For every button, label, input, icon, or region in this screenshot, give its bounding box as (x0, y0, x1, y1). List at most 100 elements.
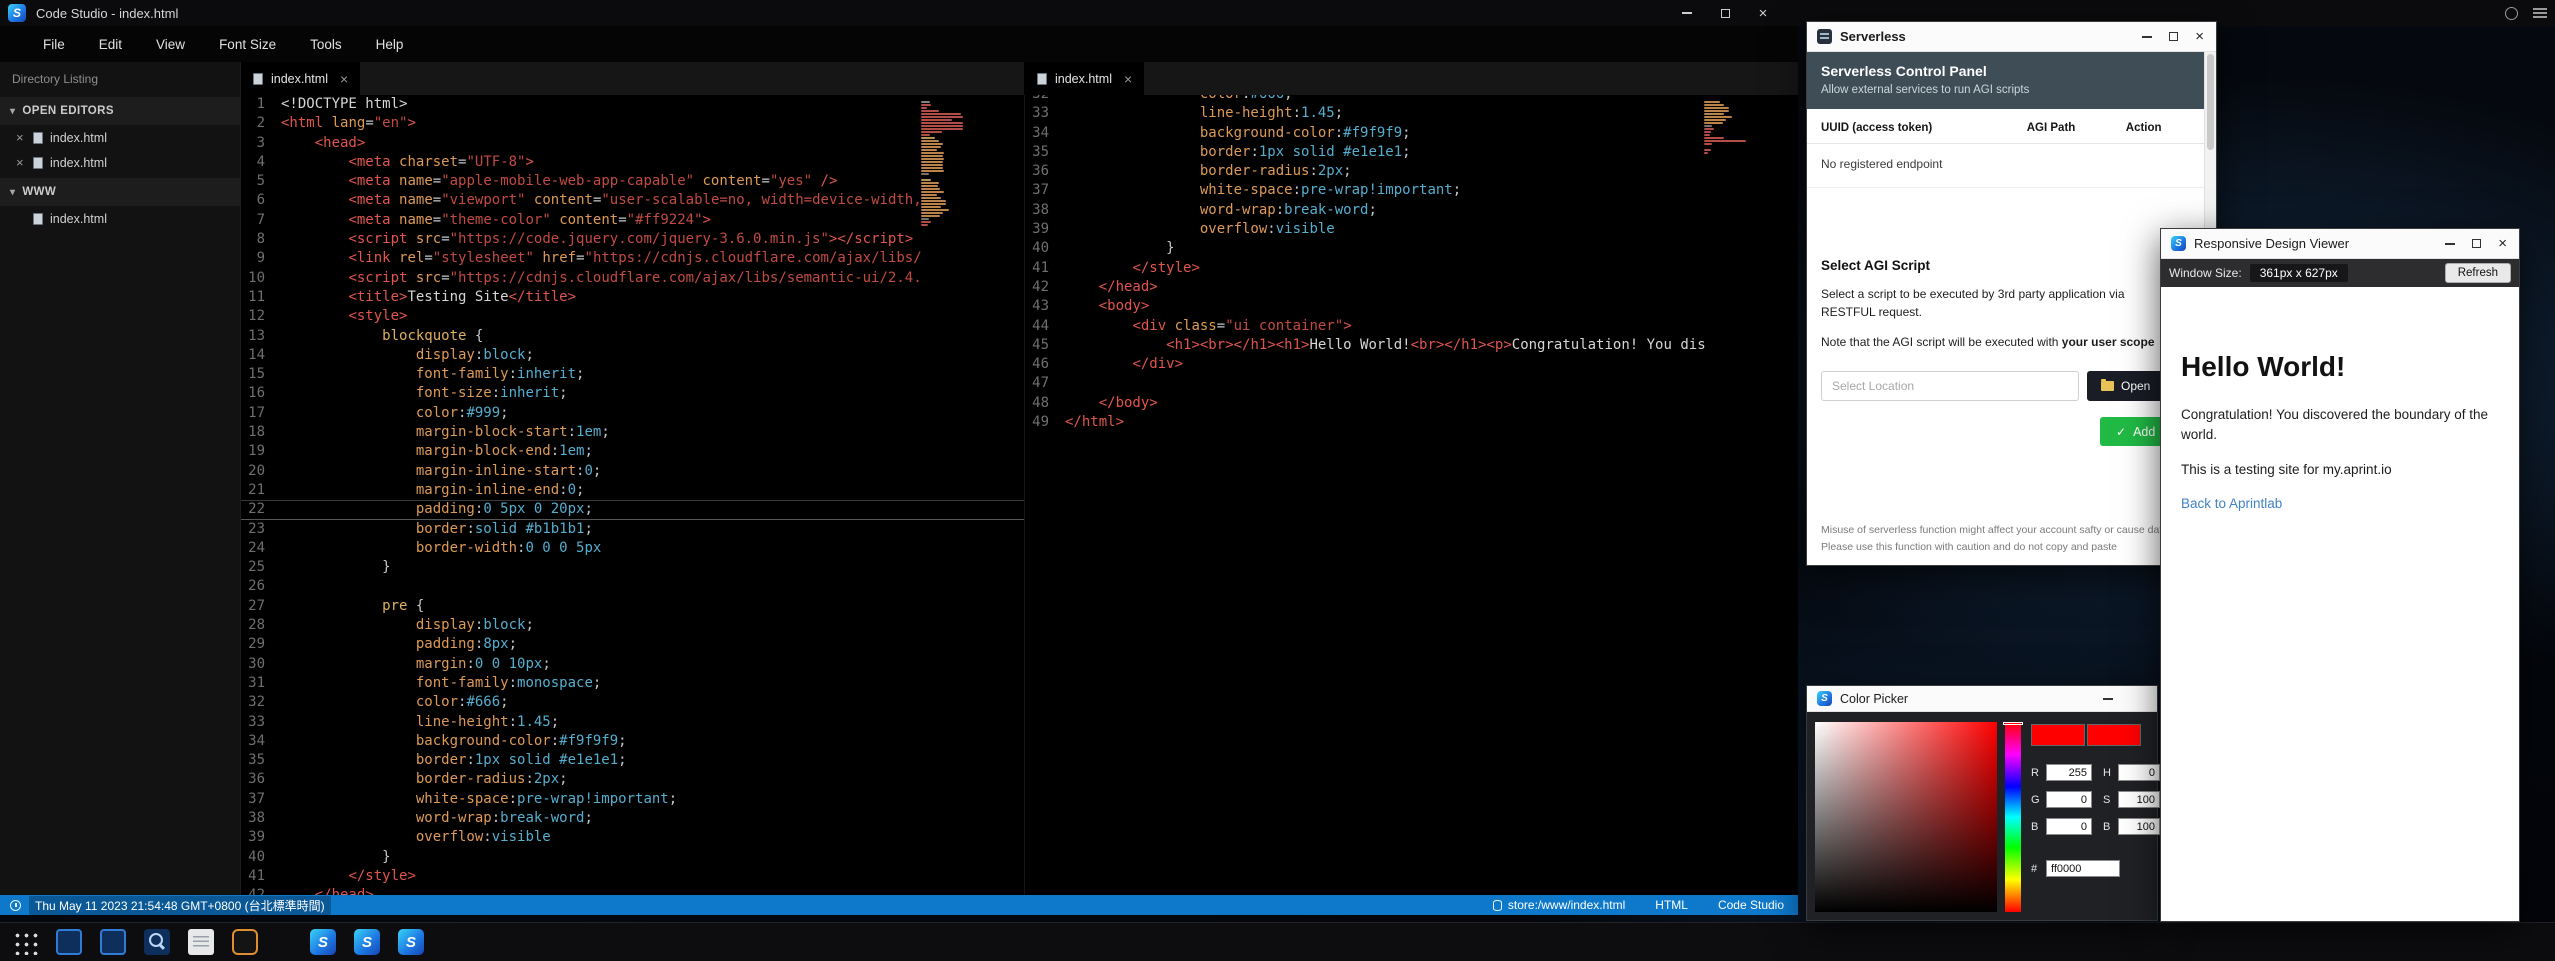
hue-slider[interactable] (2005, 722, 2021, 912)
menu-view[interactable]: View (139, 37, 202, 52)
tab-label: index.html (271, 72, 328, 86)
sidebar-item-index-html[interactable]: ×index.html (0, 150, 240, 175)
system-tray (2505, 0, 2547, 26)
file-manager-icon[interactable] (100, 929, 126, 955)
app-launcher-icon[interactable] (12, 929, 38, 955)
window-controls: × (1668, 0, 1782, 26)
sidebar-item-index-html[interactable]: index.html (0, 206, 240, 231)
color-field-b[interactable] (2046, 818, 2092, 835)
close-icon[interactable]: × (1744, 0, 1782, 26)
serverless-window-title: Serverless (1840, 29, 1906, 44)
file-icon (253, 73, 263, 85)
saturation-field[interactable] (1815, 722, 1997, 912)
scrollbar-thumb[interactable] (2207, 54, 2214, 150)
code-line: 35 border:1px solid #e1e1e1; (1025, 143, 1798, 162)
color-field-b[interactable] (2118, 818, 2160, 835)
menu-font-size[interactable]: Font Size (202, 37, 293, 52)
open-button[interactable]: Open (2087, 371, 2164, 401)
color-field-g[interactable] (2046, 791, 2092, 808)
code-line: 10 <script src="https://cdnjs.cloudflare… (241, 269, 1024, 288)
status-app-name: Code Studio (1718, 898, 1784, 912)
phone-app-icon[interactable] (232, 929, 258, 955)
maximize-icon[interactable] (1706, 0, 1744, 26)
window-size-label: Window Size: (2169, 266, 2242, 280)
line-number: 36 (241, 770, 281, 789)
code-studio-icon-1[interactable]: S (310, 929, 336, 955)
hue-marker[interactable] (2003, 722, 2023, 725)
code-text: white-space:pre-wrap!important; (1065, 181, 1798, 200)
editor-pane-1[interactable]: 1<!DOCTYPE html>2<html lang="en">3 <head… (241, 95, 1024, 895)
endpoint-table-empty: No registered endpoint (1807, 144, 2216, 188)
minimize-icon[interactable] (2445, 243, 2455, 245)
line-number: 11 (241, 288, 281, 307)
agi-script-location-input[interactable] (1821, 371, 2079, 401)
menu-file[interactable]: File (26, 37, 82, 52)
menu-edit[interactable]: Edit (82, 37, 139, 52)
refresh-button[interactable]: Refresh (2445, 263, 2511, 283)
code-line: 44 <div class="ui container"> (1025, 317, 1798, 336)
status-file-path[interactable]: store:/www/index.html (1493, 898, 1625, 912)
line-number: 44 (1025, 317, 1065, 336)
code-text: color:#999; (281, 404, 1024, 423)
close-icon[interactable]: × (16, 131, 26, 144)
code-text: <meta name="theme-color" content="#ff922… (281, 211, 1024, 230)
color-picker-body: RGB HSB # (1807, 712, 2157, 920)
close-icon[interactable]: × (2498, 236, 2507, 251)
menu-help[interactable]: Help (359, 37, 421, 52)
terminal-icon[interactable] (56, 929, 82, 955)
menu-tools[interactable]: Tools (293, 37, 359, 52)
minimize-icon[interactable] (1668, 0, 1706, 26)
loading-icon[interactable] (2505, 7, 2518, 20)
code-text: padding:8px; (281, 635, 1024, 654)
minimize-icon[interactable] (2103, 698, 2113, 700)
code-text: <meta charset="UTF-8"> (281, 153, 1024, 172)
editor-pane-2[interactable]: 32 color:#666;33 line-height:1.45;34 bac… (1024, 95, 1798, 895)
color-field-h[interactable] (2118, 764, 2160, 781)
line-number: 14 (241, 346, 281, 365)
text-editor-icon[interactable] (188, 929, 214, 955)
tab-index-html[interactable]: index.html× (1025, 62, 1144, 95)
folder-icon (2101, 381, 2114, 391)
maximize-icon[interactable] (2169, 32, 2178, 41)
color-picker-title: Color Picker (1840, 692, 1908, 706)
code-line: 41 </style> (241, 867, 1024, 886)
saturation-cursor[interactable] (1819, 726, 1828, 735)
maximize-icon[interactable] (2472, 239, 2481, 248)
line-number: 32 (1025, 95, 1065, 104)
line-number: 32 (241, 693, 281, 712)
code-line: 39 overflow:visible (241, 828, 1024, 847)
color-picker-window: Color Picker RGB HSB # (1806, 685, 2158, 921)
status-language[interactable]: HTML (1655, 898, 1688, 912)
sidebar-title: Directory Listing (0, 62, 240, 94)
minimize-icon[interactable] (2142, 36, 2152, 38)
code-studio-icon-3[interactable]: S (398, 929, 424, 955)
code-text (1065, 374, 1798, 393)
minimap-2[interactable] (1704, 101, 1750, 155)
color-field-r[interactable] (2046, 764, 2092, 781)
code-text: border:1px solid #e1e1e1; (1065, 143, 1798, 162)
color-field-s[interactable] (2118, 791, 2160, 808)
code-line: 1<!DOCTYPE html> (241, 95, 1024, 114)
code-studio-icon-2[interactable]: S (354, 929, 380, 955)
close-icon[interactable]: × (2195, 29, 2204, 44)
line-number: 8 (241, 230, 281, 249)
search-icon[interactable] (144, 929, 170, 955)
minimap-1[interactable] (921, 101, 967, 227)
code-text: </style> (1065, 259, 1798, 278)
line-number: 23 (241, 520, 281, 539)
close-icon[interactable]: × (340, 71, 348, 87)
viewer-title-bar: Responsive Design Viewer × (2161, 229, 2519, 259)
line-number: 30 (241, 655, 281, 674)
sidebar-section-www[interactable]: ▾WWW (0, 178, 240, 206)
sidebar-item-index-html[interactable]: ×index.html (0, 125, 240, 150)
line-number: 18 (241, 423, 281, 442)
desktop-menu-icon[interactable] (2533, 8, 2547, 18)
code-text: <script src="https://cdnjs.cloudflare.co… (281, 269, 1024, 288)
hex-input[interactable] (2046, 860, 2120, 877)
tab-index-html[interactable]: index.html × (241, 62, 360, 95)
close-icon[interactable]: × (16, 156, 26, 169)
sidebar-section-open-editors[interactable]: ▾OPEN EDITORS (0, 97, 240, 125)
line-number: 3 (241, 134, 281, 153)
close-icon[interactable]: × (1124, 71, 1132, 87)
back-to-aprintlab-link[interactable]: Back to Aprintlab (2181, 496, 2499, 511)
